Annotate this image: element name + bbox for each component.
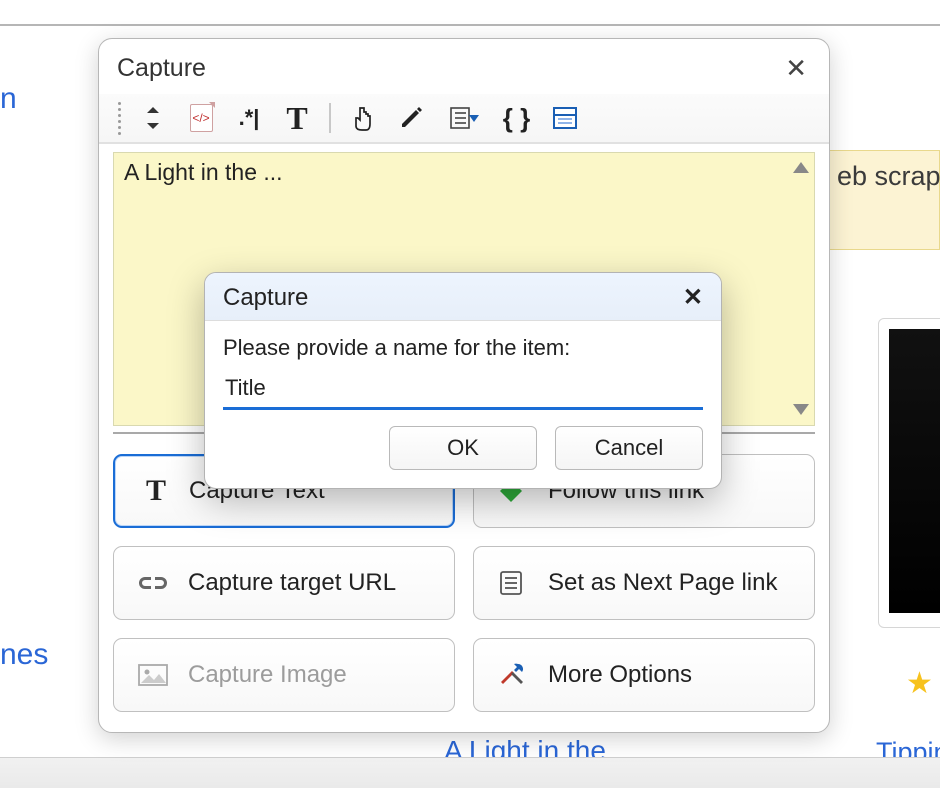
- book-card[interactable]: S W T TH: [878, 318, 940, 628]
- sandbox-banner: eb scrapin: [828, 150, 940, 250]
- bg-text-fragment: nes: [0, 638, 48, 672]
- scroll-down-icon[interactable]: [793, 404, 809, 415]
- text-icon: T: [139, 474, 173, 508]
- name-dialog: Capture ✕ Please provide a name for the …: [204, 272, 722, 489]
- code-icon[interactable]: </>: [181, 100, 221, 136]
- star-icon: ★: [906, 666, 933, 701]
- bottom-shade: [0, 757, 940, 788]
- cancel-button[interactable]: Cancel: [555, 426, 703, 470]
- button-label: Set as Next Page link: [548, 569, 777, 597]
- more-options-button[interactable]: More Options: [473, 638, 815, 712]
- link-icon: [138, 575, 172, 591]
- list-dropdown-icon[interactable]: [439, 100, 489, 136]
- close-icon[interactable]: ✕: [781, 49, 811, 88]
- next-page-button[interactable]: Set as Next Page link: [473, 546, 815, 620]
- dialog-titlebar: Capture ✕: [205, 273, 721, 321]
- item-name-input[interactable]: [223, 371, 703, 410]
- expand-vertical-icon[interactable]: [133, 100, 173, 136]
- drag-grip-icon[interactable]: [113, 102, 125, 135]
- dialog-label: Please provide a name for the item:: [223, 335, 703, 361]
- pointer-icon[interactable]: [343, 100, 383, 136]
- ok-button[interactable]: OK: [389, 426, 537, 470]
- separator: [329, 103, 331, 133]
- close-icon[interactable]: ✕: [683, 283, 703, 312]
- properties-pane-icon[interactable]: [545, 100, 585, 136]
- braces-icon[interactable]: { }: [497, 100, 537, 136]
- divider-line: [0, 24, 940, 26]
- image-icon: [138, 664, 172, 686]
- panel-titlebar: Capture ✕: [99, 39, 829, 94]
- chevron-down-icon: [469, 115, 479, 122]
- preview-text: A Light in the ...: [124, 159, 283, 185]
- dialog-title: Capture: [223, 284, 308, 312]
- tools-icon: [498, 661, 532, 689]
- button-label: Capture Image: [188, 661, 347, 689]
- bg-text-fragment: n: [0, 82, 17, 116]
- toolbar: </> .*| T { }: [99, 94, 829, 144]
- capture-image-button: Capture Image: [113, 638, 455, 712]
- panel-title: Capture: [117, 54, 206, 83]
- page-list-icon: [498, 569, 532, 597]
- text-icon[interactable]: T: [277, 100, 317, 136]
- scroll-up-icon[interactable]: [793, 162, 809, 173]
- capture-url-button[interactable]: Capture target URL: [113, 546, 455, 620]
- book-thumbnail: S W T TH: [889, 329, 940, 613]
- banner-text: eb scrapin: [837, 161, 940, 191]
- button-label: Capture target URL: [188, 569, 396, 597]
- pencil-icon[interactable]: [391, 100, 431, 136]
- button-label: More Options: [548, 661, 692, 689]
- regex-icon[interactable]: .*|: [229, 100, 269, 136]
